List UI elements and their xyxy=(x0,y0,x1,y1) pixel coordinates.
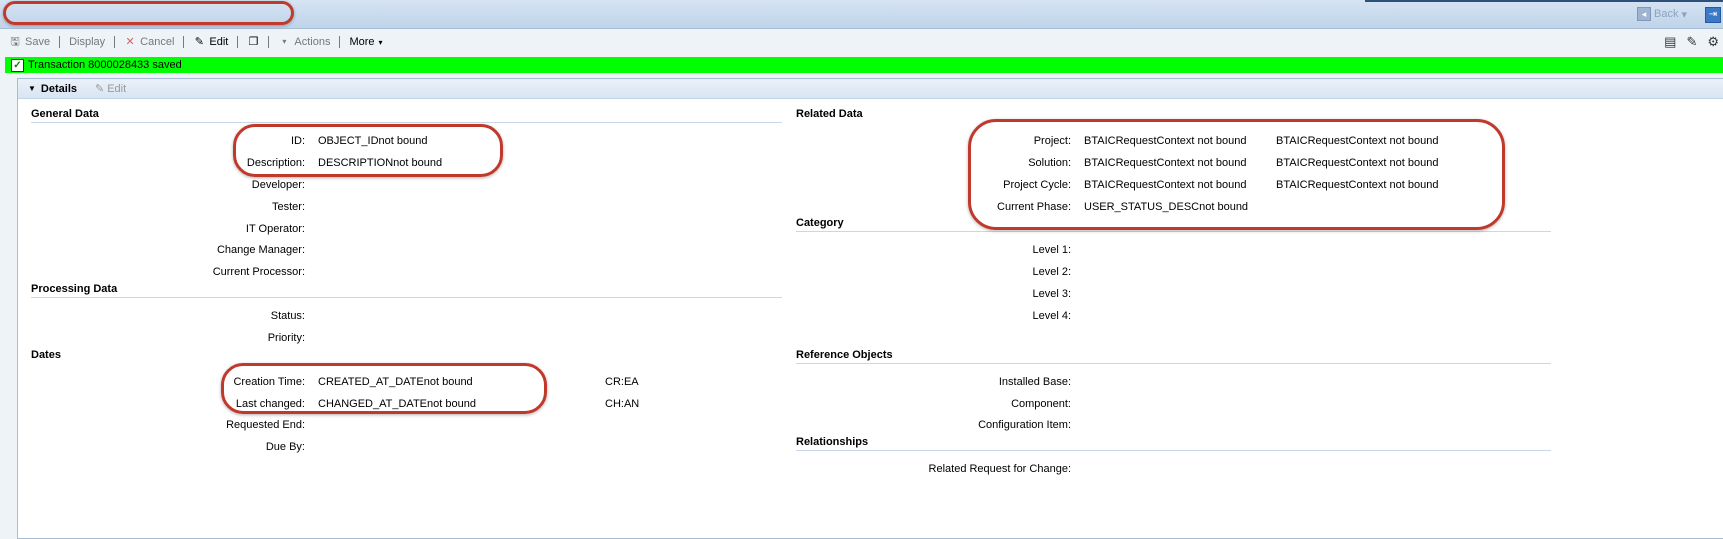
page-title xyxy=(8,4,318,24)
tester-label: Tester: xyxy=(271,201,305,213)
more-button[interactable]: More ▾ xyxy=(340,36,391,48)
panel-edit-button[interactable]: ✎ Edit xyxy=(95,82,127,96)
copy-button[interactable]: ❐ xyxy=(238,36,268,48)
creation-time-extra: CR:EA xyxy=(605,376,639,388)
solution-label: Solution: xyxy=(1028,157,1071,169)
project-value-2: BTAICRequestContext not bound xyxy=(1276,135,1439,147)
toolbar-right: ▤ ✎ ⚙ xyxy=(1664,30,1723,54)
cancel-label: Cancel xyxy=(140,36,175,48)
chevron-down-icon: ▾ xyxy=(378,37,383,47)
project-cycle-value-2: BTAICRequestContext not bound xyxy=(1276,179,1439,191)
success-message-bar: ✓ Transaction 8000028433 saved xyxy=(5,57,1723,73)
current-phase-value: USER_STATUS_DESCnot bound xyxy=(1084,201,1249,213)
message-text: Transaction 8000028433 saved xyxy=(28,59,182,71)
status-label: Status: xyxy=(270,310,305,322)
current-phase-label: Current Phase: xyxy=(997,201,1071,213)
details-panel: ▼ Details ✎ Edit General Data ID: OBJECT… xyxy=(17,78,1723,539)
actions-button[interactable]: ▾ Actions xyxy=(269,36,339,48)
back-arrow-icon: ◂ xyxy=(1637,7,1651,21)
collapse-icon[interactable]: ▼ xyxy=(28,84,36,93)
copy-icon: ❐ xyxy=(248,36,259,48)
related-request-label: Related Request for Change: xyxy=(928,463,1071,475)
related-data-heading: Related Data xyxy=(796,108,863,120)
panel-title[interactable]: Details xyxy=(41,83,77,95)
dates-heading: Dates xyxy=(31,349,61,361)
creation-time-value: CREATED_AT_DATEnot bound xyxy=(318,376,473,388)
cancel-icon: ✕ xyxy=(125,36,135,48)
last-changed-label: Last changed: xyxy=(235,398,305,410)
actions-label: Actions xyxy=(294,36,331,48)
level-3-label: Level 3: xyxy=(1032,288,1071,300)
solution-value-1: BTAICRequestContext not bound xyxy=(1084,157,1247,169)
requested-end-label: Requested End: xyxy=(226,419,305,431)
title-accent-line xyxy=(1365,0,1723,2)
back-label: Back xyxy=(1654,8,1679,20)
edit-button[interactable]: ✎ Edit xyxy=(184,36,237,48)
display-label: Display xyxy=(69,36,106,48)
panel-header: ▼ Details ✎ Edit xyxy=(18,79,1723,99)
project-cycle-value-1: BTAICRequestContext not bound xyxy=(1084,179,1247,191)
description-value: DESCRIPTIONnot bound xyxy=(318,157,443,169)
solution-value-2: BTAICRequestContext not bound xyxy=(1276,157,1439,169)
project-cycle-label: Project Cycle: xyxy=(1003,179,1071,191)
checkmark-icon: ✓ xyxy=(11,58,24,72)
cancel-button[interactable]: ✕ Cancel xyxy=(115,36,183,48)
edit-icon: ✎ xyxy=(194,36,205,48)
edit-icon: ✎ xyxy=(95,83,105,95)
level-4-label: Level 4: xyxy=(1032,310,1071,322)
level-2-label: Level 2: xyxy=(1032,266,1071,278)
chevron-down-icon: ▾ xyxy=(1681,8,1687,21)
edit-label: Edit xyxy=(209,36,229,48)
back-button[interactable]: ◂ Back ▾ xyxy=(1637,7,1687,21)
developer-label: Developer: xyxy=(251,179,305,191)
project-label: Project: xyxy=(1033,135,1071,147)
chevron-down-icon: ▾ xyxy=(282,37,287,46)
project-value-1: BTAICRequestContext not bound xyxy=(1084,135,1247,147)
notes-icon[interactable]: ▤ xyxy=(1664,34,1676,50)
last-changed-value: CHANGED_AT_DATEnot bound xyxy=(318,398,476,410)
priority-label: Priority: xyxy=(267,332,305,344)
general-data-heading: General Data xyxy=(31,108,782,123)
description-label: Description: xyxy=(246,157,305,169)
reference-objects-heading: Reference Objects xyxy=(796,349,1551,364)
current-processor-label: Current Processor: xyxy=(212,266,305,278)
save-label: Save xyxy=(25,36,51,48)
id-value: OBJECT_IDnot bound xyxy=(318,135,428,147)
configuration-item-label: Configuration Item: xyxy=(978,419,1071,431)
panel-edit-label: Edit xyxy=(107,82,127,95)
creation-time-label: Creation Time: xyxy=(233,376,305,388)
level-1-label: Level 1: xyxy=(1032,244,1071,256)
processing-data-heading: Processing Data xyxy=(31,283,782,298)
personalize-icon[interactable]: ⚙ xyxy=(1707,34,1719,50)
save-icon: 🖫 xyxy=(10,36,20,48)
id-label: ID: xyxy=(290,135,305,147)
it-operator-label: IT Operator: xyxy=(245,223,305,235)
relationships-heading: Relationships xyxy=(796,436,1551,451)
last-changed-extra: CH:AN xyxy=(605,398,640,410)
category-heading: Category xyxy=(796,217,1551,232)
exit-icon[interactable]: ⇥ xyxy=(1705,7,1721,23)
pencil-icon[interactable]: ✎ xyxy=(1686,34,1697,50)
installed-base-label: Installed Base: xyxy=(998,376,1071,388)
change-manager-label: Change Manager: xyxy=(216,244,305,256)
component-label: Component: xyxy=(1011,398,1071,410)
due-by-label: Due By: xyxy=(265,441,305,453)
toolbar: 🖫 Save Display ✕ Cancel ✎ Edit ❐ ▾ Actio… xyxy=(0,30,1723,54)
title-bar: ◂ Back ▾ ⇥ xyxy=(0,0,1723,29)
more-label: More xyxy=(349,36,375,48)
save-button[interactable]: 🖫 Save xyxy=(0,36,59,48)
display-button[interactable]: Display xyxy=(60,36,114,48)
